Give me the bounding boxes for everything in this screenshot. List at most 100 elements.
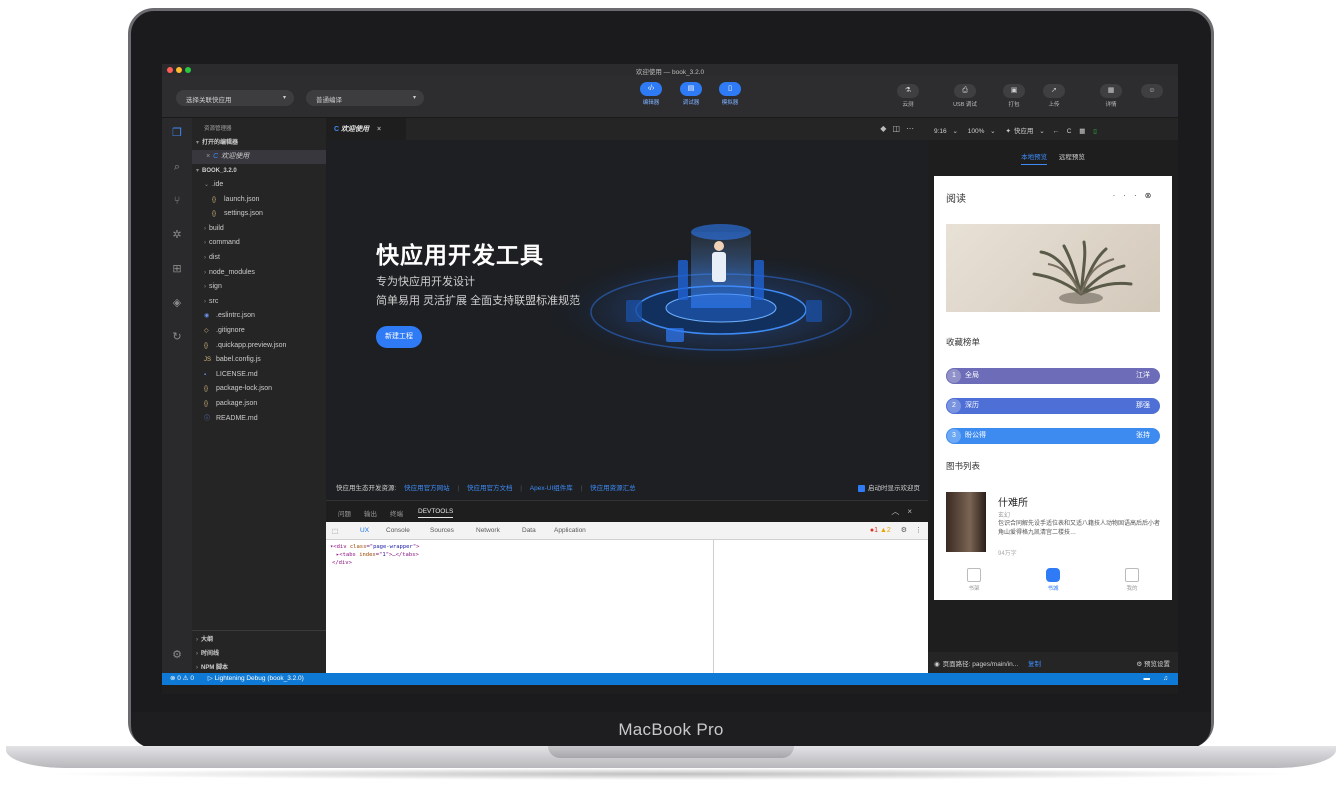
debug-status[interactable]: ▷ Lightening Debug (book_3.2.0) — [208, 675, 304, 682]
project-select[interactable]: 选择关联快应用 ▾ — [176, 90, 294, 106]
link-resources[interactable]: 快应用资源汇总 — [590, 485, 636, 492]
account-button[interactable]: ☺ — [1135, 84, 1169, 100]
link-apex-ui[interactable]: Apex-UI组件库 — [530, 485, 573, 492]
local-preview-tab[interactable]: 本地预览 — [1021, 154, 1048, 165]
file-item[interactable]: {} package-lock.json — [192, 382, 326, 396]
file-item[interactable]: {} settings.json — [192, 207, 326, 221]
tab-output[interactable]: 输出 — [364, 508, 377, 518]
file-item[interactable]: {} launch.json — [192, 193, 326, 207]
project-root[interactable]: ▾ BOOK_3.2.0 — [192, 164, 326, 178]
devtools-tab-application[interactable]: Application — [554, 527, 586, 534]
folder-item[interactable]: › src — [192, 295, 326, 309]
problems-status[interactable]: ⊗ 0 ⚠ 0 — [170, 675, 194, 682]
folder-item[interactable]: › dist — [192, 251, 326, 265]
close-circle-icon[interactable]: ⊗ — [1145, 191, 1160, 200]
file-item[interactable]: ⓘ README.md — [192, 412, 326, 426]
chevron-up-icon[interactable]: ︿ — [891, 507, 907, 516]
devtools-tab-network[interactable]: Network — [476, 527, 500, 534]
more-vertical-icon[interactable]: ⋮ — [915, 527, 922, 534]
layers-icon[interactable]: ◈ — [170, 296, 184, 310]
banner-image[interactable] — [946, 224, 1160, 312]
debug-icon[interactable]: ✲ — [170, 228, 184, 242]
file-item[interactable]: ◇ .gitignore — [192, 324, 326, 338]
link-official-docs[interactable]: 快应用官方文档 — [467, 485, 513, 492]
devtools-tab-sources[interactable]: Sources — [430, 527, 454, 534]
remote-icon[interactable]: ↻ — [170, 330, 184, 344]
nav-bookshelf[interactable]: 书架 — [954, 568, 994, 592]
show-on-startup-checkbox[interactable]: 启动时显示欢迎页 — [858, 482, 920, 492]
rank-item[interactable]: 1 全局 江洋 — [946, 368, 1160, 384]
close-icon[interactable]: × — [907, 507, 920, 516]
folder-item[interactable]: › command — [192, 236, 326, 250]
feedback-icon[interactable]: ▬ — [1144, 673, 1151, 685]
book-cover[interactable] — [946, 492, 986, 552]
timeline-section[interactable]: › 时间线 — [192, 647, 326, 661]
details-button[interactable]: ▦ 详情 — [1094, 84, 1128, 108]
close-icon[interactable]: × — [377, 126, 381, 133]
back-icon[interactable]: ← — [1052, 128, 1059, 135]
devtools-tab-console[interactable]: Console — [386, 527, 410, 534]
refresh-icon[interactable]: C — [1067, 128, 1072, 135]
nav-bookstore[interactable]: 书城 — [1033, 568, 1073, 592]
outline-section[interactable]: › 大纲 — [192, 633, 326, 647]
tab-problems[interactable]: 问题 — [338, 508, 351, 518]
element-line[interactable]: ▸<tabs index="1">…</tabs> — [330, 551, 709, 559]
file-item[interactable]: ▪ LICENSE.md — [192, 368, 326, 382]
folder-item[interactable]: › sign — [192, 280, 326, 294]
editor-mode-button[interactable]: ‹/› 编辑器 — [636, 82, 666, 106]
element-line[interactable]: </div> — [330, 559, 709, 567]
file-item[interactable]: JS babel.config.js — [192, 353, 326, 367]
simulator-mode-button[interactable]: ▯ 模拟器 — [715, 82, 745, 106]
close-icon[interactable]: × — [206, 153, 210, 160]
split-editor-icon[interactable]: ◫ — [892, 124, 906, 133]
aspect-select[interactable]: 9:16 — [934, 128, 947, 135]
devtools-tab-ux[interactable]: UX — [360, 527, 369, 534]
new-project-button[interactable]: 新建工程 — [376, 326, 422, 348]
gear-icon[interactable]: ⚙ — [901, 527, 907, 534]
explorer-icon[interactable]: ❐ — [170, 126, 184, 140]
more-icon[interactable]: ⋯ — [906, 124, 920, 133]
tab-terminal[interactable]: 终端 — [390, 508, 403, 518]
file-item[interactable]: {} .quickapp.preview.json — [192, 339, 326, 353]
tab-welcome[interactable]: C 欢迎使用 × — [326, 118, 406, 140]
remote-preview-tab[interactable]: 远程预览 — [1059, 154, 1085, 161]
qrcode-icon[interactable]: ▦ — [1079, 128, 1085, 135]
open-editors-section[interactable]: ▾ 打开的编辑器 — [192, 136, 326, 150]
element-line[interactable]: ▾<div class="page-wrapper"> — [330, 543, 709, 551]
rank-item[interactable]: 3 盼公得 张持 — [946, 428, 1160, 444]
search-icon[interactable]: ⌕ — [170, 160, 184, 174]
file-item[interactable]: ◉ .eslintrc.json — [192, 309, 326, 323]
folder-item[interactable]: › build — [192, 222, 326, 236]
package-button[interactable]: ▣ 打包 — [997, 84, 1031, 108]
link-official-site[interactable]: 快应用官方网站 — [404, 485, 450, 492]
timeline-label: 时间线 — [201, 651, 220, 657]
folder-item[interactable]: ⌄ .ide — [192, 178, 326, 192]
more-icon[interactable]: ··· — [1113, 191, 1145, 200]
zoom-select[interactable]: 100% — [968, 128, 985, 135]
rank-item[interactable]: 2 深历 那强 — [946, 398, 1160, 414]
open-editor-item[interactable]: × C 欢迎使用 — [192, 150, 326, 164]
source-control-icon[interactable]: ⑂ — [170, 194, 184, 208]
nav-mine[interactable]: 我的 — [1112, 568, 1152, 592]
tree-item-label: .eslintrc.json — [216, 312, 255, 320]
extensions-icon[interactable]: ⊞ — [170, 262, 184, 276]
app-select[interactable]: 快应用 — [1014, 128, 1034, 135]
upload-button[interactable]: ➚ 上传 — [1037, 84, 1071, 108]
compile-select[interactable]: 普通编译 ▾ — [306, 90, 424, 106]
file-item[interactable]: {} package.json — [192, 397, 326, 411]
json-file-icon: {} — [204, 386, 209, 393]
tab-devtools[interactable]: DEVTOOLS — [418, 508, 454, 518]
usb-debug-button[interactable]: ⎙ USB 调试 — [948, 84, 982, 108]
debugger-mode-button[interactable]: ▤ 调试器 — [676, 82, 706, 106]
cloud-test-button[interactable]: ⚗ 云测 — [891, 84, 925, 108]
folder-item[interactable]: › node_modules — [192, 266, 326, 280]
device-icon[interactable]: ▯ — [1093, 128, 1097, 135]
inspect-icon[interactable]: ⬚ — [332, 527, 338, 535]
notification-icon[interactable]: ♫ — [1163, 673, 1168, 685]
preview-settings-button[interactable]: ⚙ 预览设置 — [1136, 658, 1170, 668]
book-title[interactable]: 什难所 — [998, 494, 1028, 509]
devtools-tab-data[interactable]: Data — [522, 527, 536, 534]
preview-icon[interactable]: ◆ — [880, 124, 892, 133]
gear-icon[interactable]: ⚙ — [170, 648, 184, 662]
copy-path-button[interactable]: 复制 — [1028, 661, 1041, 668]
